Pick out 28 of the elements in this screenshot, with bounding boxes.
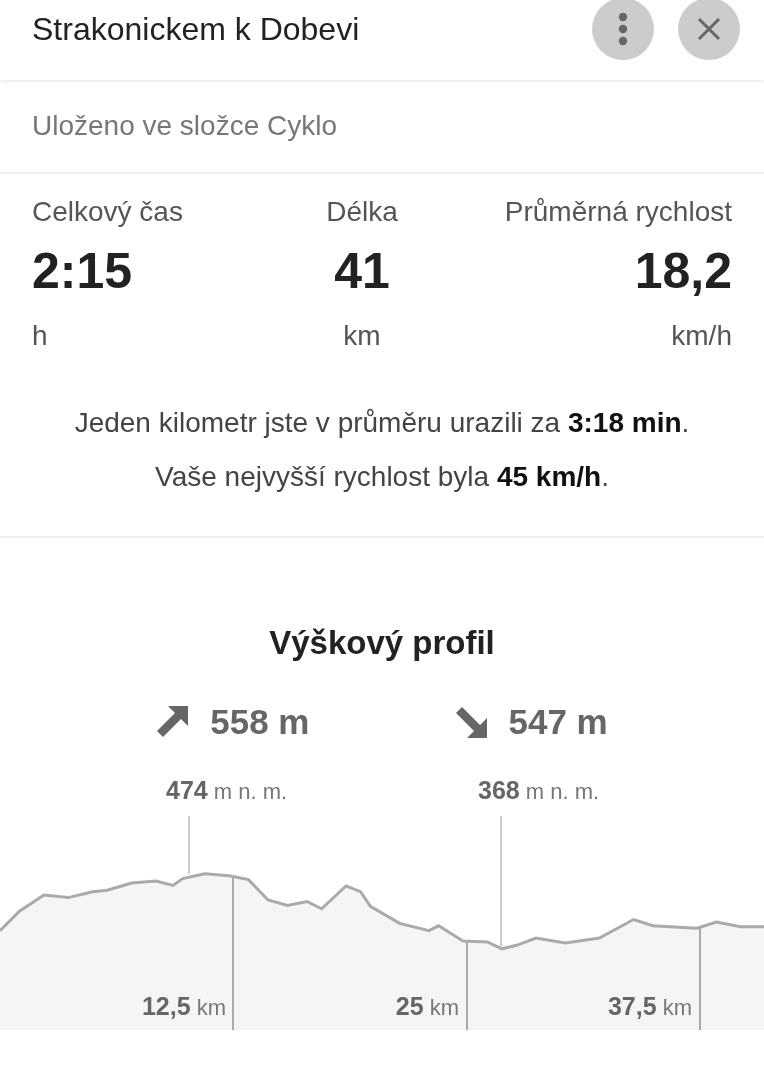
stat-value: 2:15 [32, 242, 134, 300]
stat-label: Průměrná rychlost [504, 196, 732, 228]
stat-unit: km [343, 320, 381, 352]
distance-label: 12,5 km [141, 992, 226, 1021]
distance-label: 25 km [395, 992, 459, 1021]
stat-value: 18,2 [634, 242, 732, 300]
leader-line [188, 815, 190, 875]
arrow-down-right-icon [454, 706, 487, 738]
stat-unit: km/h [671, 320, 732, 352]
max-elevation-label: 474 m n. m. [166, 776, 288, 805]
stat-label: Celkový čas [32, 196, 184, 228]
arrow-up-right-icon [156, 706, 189, 738]
close-button[interactable] [678, 0, 740, 60]
stat-unit: h [32, 320, 49, 352]
summary-text: Vaše nejvyšší rychlost byla 45 km/h. [154, 460, 610, 494]
more-options-button[interactable] [592, 0, 654, 60]
stat-value: 41 [334, 242, 390, 300]
elevation-total: 547 m [508, 702, 608, 742]
summary-text: Jeden kilometr jste v průměru urazili za 3:18 min. [73, 406, 691, 440]
min-elevation-label: 368 m n. m. [478, 776, 600, 805]
close-icon [697, 17, 721, 41]
folder-note: Uloženo ve složce Cyklo [0, 80, 764, 174]
stat-label: Délka [326, 196, 398, 228]
section-title: Výškový profil [268, 624, 496, 662]
elevation-total: 558 m [210, 702, 310, 742]
route-title: Strakonickem k Dobevi [32, 10, 361, 49]
more-vertical-icon [618, 12, 628, 46]
distance-label: 37,5 km [607, 992, 692, 1021]
